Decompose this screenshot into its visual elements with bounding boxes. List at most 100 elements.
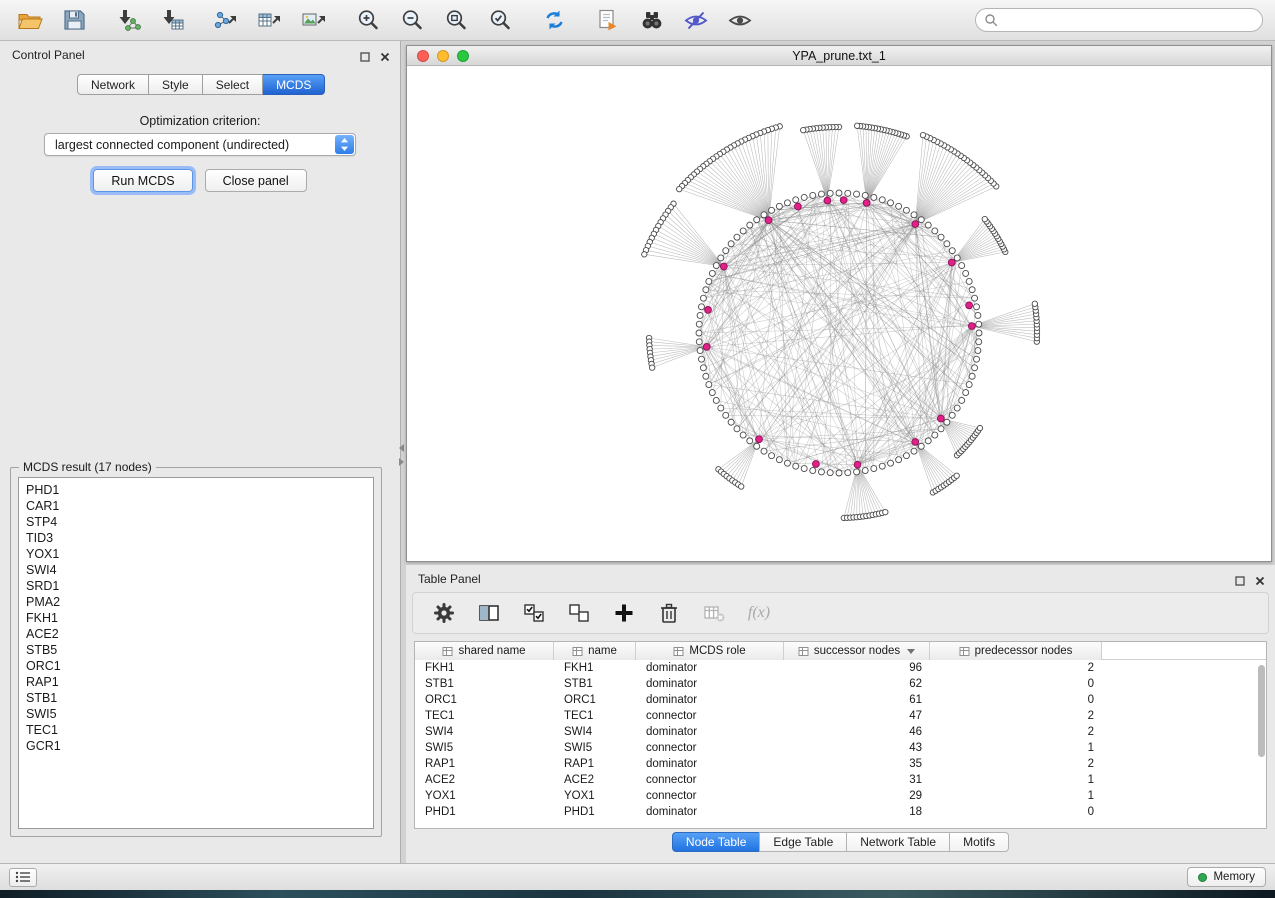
table-row[interactable]: TEC1TEC1connector472 xyxy=(415,708,1266,724)
table-row[interactable]: SWI5SWI5connector431 xyxy=(415,740,1266,756)
table-scrollbar-thumb[interactable] xyxy=(1258,665,1265,757)
column-header-name[interactable]: name xyxy=(554,642,636,660)
sort-chevron-icon xyxy=(907,649,915,654)
mcds-result-item[interactable]: CAR1 xyxy=(26,498,373,514)
mcds-result-item[interactable]: FKH1 xyxy=(26,610,373,626)
column-type-icon xyxy=(572,646,583,657)
mcds-result-item[interactable]: TEC1 xyxy=(26,722,373,738)
column-header-successor-nodes[interactable]: successor nodes xyxy=(784,642,930,660)
tab-mcds[interactable]: MCDS xyxy=(263,74,325,95)
memory-status-icon xyxy=(1198,873,1207,882)
tab-node-table[interactable]: Node Table xyxy=(672,832,761,852)
memory-button[interactable]: Memory xyxy=(1187,867,1266,887)
close-table-panel-icon[interactable] xyxy=(1255,573,1265,591)
column-header-mcds-role[interactable]: MCDS role xyxy=(636,642,784,660)
apply-function-button[interactable]: f(x) xyxy=(746,600,772,626)
table-row[interactable]: STB1STB1dominator620 xyxy=(415,676,1266,692)
close-panel-icon[interactable] xyxy=(380,49,390,67)
mcds-result-item[interactable]: STB5 xyxy=(26,642,373,658)
mcds-result-item[interactable]: ORC1 xyxy=(26,658,373,674)
deselect-all-button[interactable] xyxy=(566,600,592,626)
tab-motifs[interactable]: Motifs xyxy=(949,832,1009,852)
memory-label: Memory xyxy=(1213,871,1255,883)
refresh-view-button[interactable] xyxy=(536,5,572,35)
zoom-out-button[interactable] xyxy=(394,5,430,35)
table-row[interactable]: RAP1RAP1dominator352 xyxy=(415,756,1266,772)
control-panel-tabs: NetworkStyleSelectMCDS xyxy=(77,74,325,95)
add-row-button[interactable] xyxy=(611,600,637,626)
cell-successor-nodes: 46 xyxy=(784,726,930,738)
mcds-result-item[interactable]: ACE2 xyxy=(26,626,373,642)
panel-menu-button[interactable] xyxy=(9,868,37,887)
mcds-result-item[interactable]: STP4 xyxy=(26,514,373,530)
network-window-titlebar[interactable]: YPA_prune.txt_1 xyxy=(407,46,1271,66)
cell-name: TEC1 xyxy=(554,710,636,722)
table-row[interactable]: SWI4SWI4dominator462 xyxy=(415,724,1266,740)
zoom-in-icon xyxy=(356,8,380,32)
run-mcds-button[interactable]: Run MCDS xyxy=(93,169,192,192)
splitter-collapse-handle[interactable] xyxy=(397,444,406,470)
tab-network[interactable]: Network xyxy=(77,74,149,95)
import-table-icon xyxy=(159,8,185,32)
tab-edge-table[interactable]: Edge Table xyxy=(759,832,847,852)
clone-network-button[interactable] xyxy=(590,5,626,35)
zoom-in-button[interactable] xyxy=(350,5,386,35)
mcds-result-item[interactable]: STB1 xyxy=(26,690,373,706)
save-session-button[interactable] xyxy=(56,5,92,35)
mcds-result-item[interactable]: SWI5 xyxy=(26,706,373,722)
column-header-predecessor-nodes[interactable]: predecessor nodes xyxy=(930,642,1102,660)
find-button[interactable] xyxy=(634,5,670,35)
table-row[interactable]: ACE2ACE2connector311 xyxy=(415,772,1266,788)
toolbar-search-field[interactable] xyxy=(975,8,1263,32)
search-input[interactable] xyxy=(1004,13,1254,27)
mcds-result-item[interactable]: SWI4 xyxy=(26,562,373,578)
table-row[interactable]: PHD1PHD1dominator180 xyxy=(415,804,1266,820)
delete-row-button[interactable] xyxy=(656,600,682,626)
cell-name: ORC1 xyxy=(554,694,636,706)
mcds-result-item[interactable]: PHD1 xyxy=(26,482,373,498)
cell-shared-name: YOX1 xyxy=(415,790,554,802)
delete-table-button[interactable] xyxy=(701,600,727,626)
float-panel-icon[interactable] xyxy=(360,49,370,67)
show-details-button[interactable] xyxy=(722,5,758,35)
criterion-dropdown[interactable]: largest connected component (undirected) xyxy=(44,133,356,156)
column-header-label: shared name xyxy=(458,645,525,657)
zoom-group xyxy=(350,5,518,35)
table-row[interactable]: YOX1YOX1connector291 xyxy=(415,788,1266,804)
export-network-button[interactable] xyxy=(208,5,244,35)
node-table-body: FKH1FKH1dominator962STB1STB1dominator620… xyxy=(415,660,1266,820)
mcds-result-item[interactable]: GCR1 xyxy=(26,738,373,754)
import-network-button[interactable] xyxy=(110,5,146,35)
mcds-result-item[interactable]: RAP1 xyxy=(26,674,373,690)
export-table-icon xyxy=(257,8,283,32)
close-panel-button[interactable]: Close panel xyxy=(205,169,307,192)
network-canvas-svg[interactable] xyxy=(407,66,1271,561)
hide-details-button[interactable] xyxy=(678,5,714,35)
settings-gear-button[interactable] xyxy=(431,600,457,626)
mcds-result-item[interactable]: SRD1 xyxy=(26,578,373,594)
show-columns-button[interactable] xyxy=(476,600,502,626)
select-all-button[interactable] xyxy=(521,600,547,626)
mcds-result-item[interactable]: PMA2 xyxy=(26,594,373,610)
export-table-button[interactable] xyxy=(252,5,288,35)
import-table-button[interactable] xyxy=(154,5,190,35)
zoom-fit-button[interactable] xyxy=(438,5,474,35)
cell-mcds-role: connector xyxy=(636,774,784,786)
dropdown-stepper-icon xyxy=(335,135,354,154)
cell-mcds-role: connector xyxy=(636,710,784,722)
export-image-button[interactable] xyxy=(296,5,332,35)
table-row[interactable]: ORC1ORC1dominator610 xyxy=(415,692,1266,708)
column-header-shared-name[interactable]: shared name xyxy=(415,642,554,660)
tab-style[interactable]: Style xyxy=(149,74,203,95)
collapse-left-icon[interactable] xyxy=(399,444,404,452)
tab-select[interactable]: Select xyxy=(203,74,263,95)
mcds-result-item[interactable]: YOX1 xyxy=(26,546,373,562)
open-session-button[interactable] xyxy=(12,5,48,35)
tab-network-table[interactable]: Network Table xyxy=(846,832,950,852)
mcds-result-item[interactable]: TID3 xyxy=(26,530,373,546)
float-table-panel-icon[interactable] xyxy=(1235,573,1245,591)
zoom-selected-button[interactable] xyxy=(482,5,518,35)
expand-right-icon[interactable] xyxy=(399,458,404,466)
mcds-result-list[interactable]: PHD1CAR1STP4TID3YOX1SWI4SRD1PMA2FKH1ACE2… xyxy=(18,477,374,829)
table-row[interactable]: FKH1FKH1dominator962 xyxy=(415,660,1266,676)
